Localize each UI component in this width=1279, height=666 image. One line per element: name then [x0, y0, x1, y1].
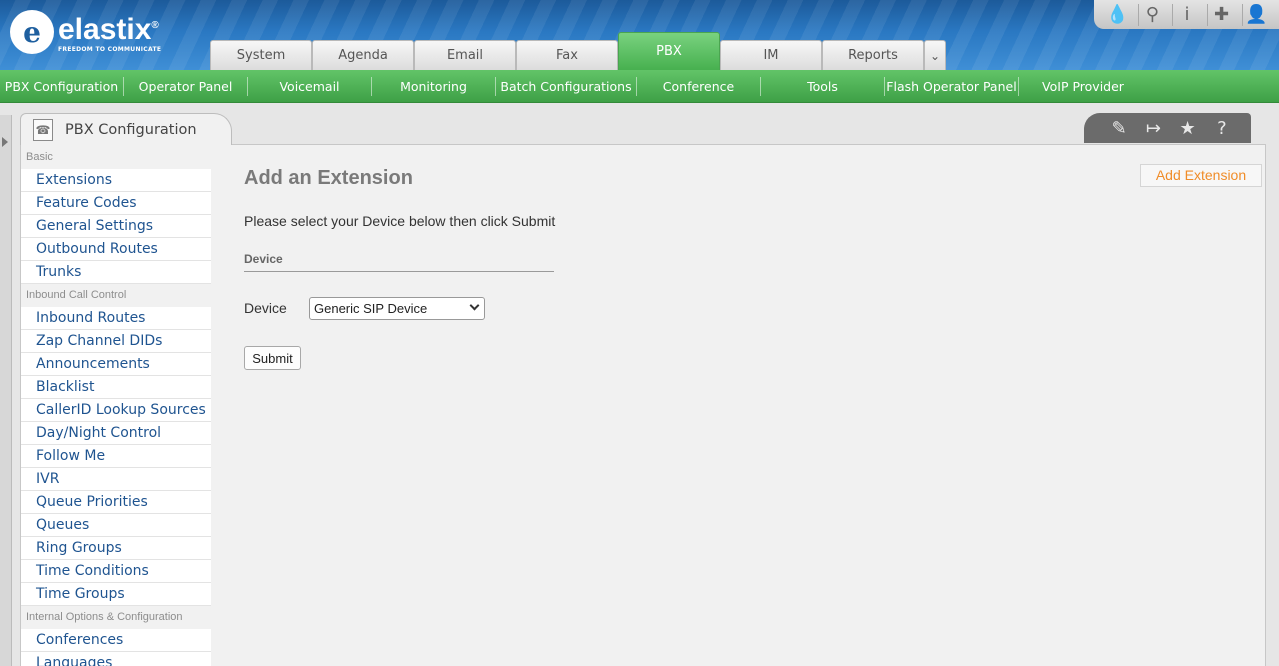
logo-name: elastix®	[58, 11, 161, 45]
sidebar-item-zap-channel-dids[interactable]: Zap Channel DIDs	[21, 330, 211, 353]
sidebar-item-queue-priorities[interactable]: Queue Priorities	[21, 491, 211, 514]
sidebar-category: Inbound Call Control	[26, 289, 127, 301]
sidebar-item-general-settings[interactable]: General Settings	[21, 215, 211, 238]
sidebar-item-announcements[interactable]: Announcements	[21, 353, 211, 376]
sidebar-item-inbound-routes[interactable]: Inbound Routes	[21, 307, 211, 330]
tab-email[interactable]: Email	[414, 40, 516, 70]
submenu-conference[interactable]: Conference	[637, 76, 761, 96]
sidebar-item-follow-me[interactable]: Follow Me	[21, 445, 211, 468]
tab-reports[interactable]: Reports	[822, 40, 924, 70]
instructions-text: Please select your Device below then cli…	[244, 213, 556, 229]
sidebar-item-time-groups[interactable]: Time Groups	[21, 583, 211, 606]
module-title-tab: ☎ PBX Configuration	[20, 113, 232, 145]
pbx-submenu: PBX Configuration Operator Panel Voicemail…	[0, 70, 1279, 103]
submenu-voip-provider[interactable]: VoIP Provider	[1019, 77, 1147, 96]
sidebar-item-time-conditions[interactable]: Time Conditions	[21, 560, 211, 583]
submenu-monitoring[interactable]: Monitoring	[372, 76, 496, 96]
tab-system[interactable]: System	[210, 40, 312, 70]
submenu-pbx-configuration[interactable]: PBX Configuration	[0, 76, 124, 96]
device-section-heading: Device	[244, 252, 283, 266]
info-icon[interactable]: i	[1172, 3, 1200, 26]
submenu-tools[interactable]: Tools	[761, 76, 885, 96]
sidebar-item-conferences[interactable]: Conferences	[21, 629, 211, 652]
top-icon-bar: 💧 ⚲ i ✚ 👤	[1094, 0, 1279, 29]
sidebar-item-ivr[interactable]: IVR	[21, 468, 211, 491]
tab-agenda[interactable]: Agenda	[312, 40, 414, 70]
export-icon[interactable]: ↦	[1138, 118, 1168, 139]
user-icon[interactable]: 👤	[1241, 3, 1270, 26]
sidebar-item-callerid-lookup-sources[interactable]: CallerID Lookup Sources	[21, 399, 211, 422]
registered-mark: ®	[151, 20, 159, 31]
elastix-logo[interactable]: e elastix® FREEDOM TO COMMUNICATE	[10, 10, 161, 54]
addons-puzzle-icon[interactable]: ✚	[1207, 3, 1235, 26]
edit-icon[interactable]: ✎	[1104, 118, 1134, 139]
theme-drop-icon[interactable]: 💧	[1103, 4, 1131, 26]
submenu-batch-configurations[interactable]: Batch Configurations	[496, 76, 637, 96]
submenu-flash-operator-panel[interactable]: Flash Operator Panel	[885, 76, 1019, 96]
sidebar-item-languages[interactable]: Languages	[21, 652, 211, 666]
sidebar-item-blacklist[interactable]: Blacklist	[21, 376, 211, 399]
sidebar-item-queues[interactable]: Queues	[21, 514, 211, 537]
section-divider	[244, 271, 554, 272]
logo-mark-icon: e	[10, 10, 54, 54]
expand-arrow-icon	[2, 137, 8, 147]
sidebar-category: Internal Options & Configuration	[26, 611, 183, 623]
help-icon[interactable]: ?	[1207, 118, 1237, 139]
submenu-operator-panel[interactable]: Operator Panel	[124, 76, 248, 96]
tab-pbx[interactable]: PBX	[618, 32, 720, 70]
brand-name: elastix	[58, 13, 152, 46]
sidebar-item-trunks[interactable]: Trunks	[21, 261, 211, 284]
page-title: Add an Extension	[244, 167, 413, 189]
top-header: e elastix® FREEDOM TO COMMUNICATE 💧 ⚲ i ✚ 👤 …	[0, 0, 1279, 70]
module-title: PBX Configuration	[65, 121, 197, 138]
pbx-phone-icon: ☎	[33, 118, 53, 141]
device-field-label: Device	[244, 300, 287, 316]
logo-text: elastix® FREEDOM TO COMMUNICATE	[58, 11, 162, 54]
device-select-value: Generic SIP Device	[314, 301, 428, 316]
tabs-more-chevron-icon[interactable]: ⌄	[924, 40, 946, 70]
sidebar-item-extensions[interactable]: Extensions	[21, 169, 211, 192]
sidebar-collapse-handle[interactable]	[0, 115, 12, 666]
content-divider	[231, 144, 1266, 145]
chevron-down-icon	[469, 300, 480, 311]
pbx-sidebar: Basic Extensions Feature Codes General Sett…	[21, 146, 211, 666]
module-tools: ✎ ↦ ★?	[1084, 113, 1251, 143]
favorite-star-icon[interactable]: ★	[1173, 118, 1203, 139]
sidebar-category: Basic	[26, 151, 53, 163]
main-tabs: System Agenda Email Fax PBX IM Reports ⌄	[210, 32, 946, 70]
tab-im[interactable]: IM	[720, 40, 822, 70]
sidebar-item-day-night-control[interactable]: Day/Night Control	[21, 422, 211, 445]
submenu-voicemail[interactable]: Voicemail	[248, 76, 372, 96]
submit-button[interactable]: Submit	[244, 346, 301, 370]
tab-fax[interactable]: Fax	[516, 40, 618, 70]
sidebar-item-outbound-routes[interactable]: Outbound Routes	[21, 238, 211, 261]
sidebar-item-feature-codes[interactable]: Feature Codes	[21, 192, 211, 215]
brand-slogan: FREEDOM TO COMMUNICATE	[58, 46, 162, 53]
add-extension-button[interactable]: Add Extension	[1140, 164, 1262, 187]
device-select[interactable]: Generic SIP Device	[309, 297, 485, 320]
search-icon[interactable]: ⚲	[1137, 3, 1166, 26]
sidebar-item-ring-groups[interactable]: Ring Groups	[21, 537, 211, 560]
